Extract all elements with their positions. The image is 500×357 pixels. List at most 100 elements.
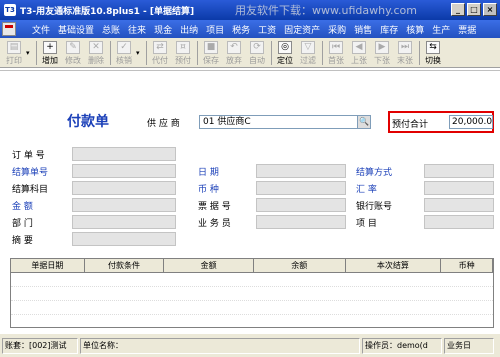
table-row[interactable]: [11, 301, 493, 315]
field-label: 结算单号: [12, 168, 49, 178]
field-label: 业 务 员: [198, 219, 231, 229]
menu-item[interactable]: 出纳: [176, 23, 202, 36]
next-button[interactable]: ▶ 下张: [371, 39, 393, 67]
field-label: 订 单 号: [12, 151, 45, 161]
grid-body[interactable]: [11, 273, 493, 327]
locate-button[interactable]: ◎ 定位: [274, 39, 296, 67]
settlement-grid[interactable]: 单据日期 付款条件 金额 余额 本次结算 币种: [10, 258, 494, 328]
toolbar-button-label: 预付: [175, 55, 191, 65]
close-button[interactable]: ×: [483, 3, 497, 16]
form-field[interactable]: [72, 215, 176, 229]
maximize-button[interactable]: □: [467, 3, 481, 16]
toolbar-button-label: 切换: [425, 55, 441, 65]
menu-item[interactable]: 采购: [324, 23, 350, 36]
auto-button[interactable]: ⟳ 自动: [246, 39, 268, 67]
form-field[interactable]: [424, 181, 494, 195]
watermark: 用友软件下载：www.ufidawhy.com: [235, 4, 417, 17]
form-field[interactable]: [256, 164, 346, 178]
menu-item[interactable]: 文件: [28, 23, 54, 36]
dropdown-arrow-icon[interactable]: ▾: [26, 49, 32, 57]
toolbar-separator: [271, 40, 272, 65]
menu-item[interactable]: 往来: [124, 23, 150, 36]
filter-button[interactable]: ▽ 过滤: [297, 39, 319, 67]
column-header[interactable]: 币种: [441, 259, 493, 272]
field-label: 汇 率: [356, 185, 377, 195]
filter-icon: ▽: [301, 40, 315, 54]
form-field[interactable]: [72, 164, 176, 178]
form-field[interactable]: [256, 215, 346, 229]
printer-button[interactable]: ▤ 打印: [3, 39, 25, 67]
delete-button[interactable]: ✕ 删除: [85, 39, 107, 67]
toolbar-separator: [146, 40, 147, 65]
toolbar-button-label: 修改: [65, 55, 81, 65]
menu-item[interactable]: 销售: [350, 23, 376, 36]
field-label: 结算科目: [12, 185, 49, 195]
verify-button[interactable]: ✓ 核销: [113, 39, 135, 67]
toolbar-button-label: 删除: [88, 55, 104, 65]
prepay-button[interactable]: ¤ 预付: [172, 39, 194, 67]
dropdown-arrow-icon[interactable]: ▾: [136, 49, 142, 57]
proxy-pay-button[interactable]: ⇄ 代付: [149, 39, 171, 67]
form-field[interactable]: [72, 232, 176, 246]
menu-item[interactable]: 核算: [402, 23, 428, 36]
toolbar-button-label: 核销: [116, 55, 132, 65]
document-window-icon[interactable]: [2, 22, 16, 36]
prepay-total-field[interactable]: 20,000.00: [449, 115, 493, 129]
menu-item[interactable]: 固定资产: [280, 23, 324, 36]
toolbar-button-label: 下张: [374, 55, 390, 65]
switch-button[interactable]: ⇆ 切换: [422, 39, 444, 67]
column-header[interactable]: 本次结算: [346, 259, 442, 272]
column-header[interactable]: 余额: [254, 259, 346, 272]
first-button[interactable]: ⏮ 首张: [325, 39, 347, 67]
form-field[interactable]: [256, 181, 346, 195]
column-header[interactable]: 付款条件: [85, 259, 165, 272]
status-account: 账套：[002]测试: [2, 337, 78, 354]
toolbar-button-label: 保存: [203, 55, 219, 65]
save-icon: ■: [204, 40, 218, 54]
toolbar-button-label: 首张: [328, 55, 344, 65]
verify-icon: ✓: [117, 40, 131, 54]
status-bar: 账套：[002]测试 单位名称： 操作员：demo(d 业务日: [0, 333, 500, 357]
table-row[interactable]: [11, 287, 493, 301]
column-header[interactable]: 金额: [164, 259, 254, 272]
minimize-button[interactable]: _: [451, 3, 465, 16]
form-field[interactable]: [72, 181, 176, 195]
last-button[interactable]: ⏭ 末张: [394, 39, 416, 67]
form-field[interactable]: [424, 215, 494, 229]
menu-item[interactable]: 税务: [228, 23, 254, 36]
toolbar-button-label: 增加: [42, 55, 58, 65]
edit-button[interactable]: ✎ 修改: [62, 39, 84, 67]
form-field[interactable]: [424, 198, 494, 212]
prev-button[interactable]: ◀ 上张: [348, 39, 370, 67]
menu-item[interactable]: 生产: [428, 23, 454, 36]
grid-header: 单据日期 付款条件 金额 余额 本次结算 币种: [11, 259, 493, 273]
menu-item[interactable]: 库存: [376, 23, 402, 36]
menu-item[interactable]: 票据: [454, 23, 480, 36]
form-field[interactable]: [424, 164, 494, 178]
table-row[interactable]: [11, 273, 493, 287]
add-icon: +: [43, 40, 57, 54]
search-icon[interactable]: 🔍: [357, 115, 371, 129]
menu-item[interactable]: 基础设置: [54, 23, 98, 36]
toolbar-separator: [419, 40, 420, 65]
form-field[interactable]: [256, 198, 346, 212]
toolbar-button-label: 放弃: [226, 55, 242, 65]
status-unit: 单位名称：: [80, 337, 360, 354]
form-field[interactable]: [72, 198, 176, 212]
delete-icon: ✕: [89, 40, 103, 54]
field-label: 金 额: [12, 202, 33, 212]
form-field[interactable]: [72, 147, 176, 161]
toolbar-button-label: 上张: [351, 55, 367, 65]
menu-item[interactable]: 总账: [98, 23, 124, 36]
menu-item[interactable]: 现金: [150, 23, 176, 36]
discard-icon: ↶: [227, 40, 241, 54]
supplier-field[interactable]: 01 供应商C: [199, 115, 359, 129]
add-button[interactable]: + 增加: [39, 39, 61, 67]
menu-item[interactable]: 工资: [254, 23, 280, 36]
locate-icon: ◎: [278, 40, 292, 54]
discard-button[interactable]: ↶ 放弃: [223, 39, 245, 67]
menu-item[interactable]: 项目: [202, 23, 228, 36]
save-button[interactable]: ■ 保存: [200, 39, 222, 67]
status-business-date: 业务日: [444, 337, 494, 354]
column-header[interactable]: 单据日期: [11, 259, 85, 272]
